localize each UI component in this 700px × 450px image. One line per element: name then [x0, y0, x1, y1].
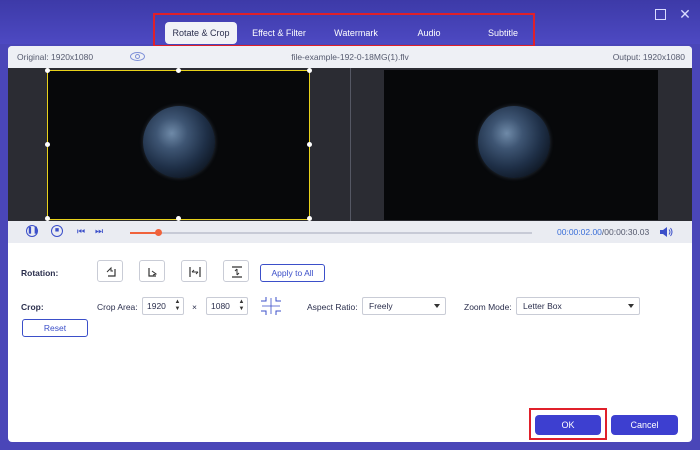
flip-vertical-button[interactable] [223, 260, 249, 282]
crop-height-input[interactable]: 1080 ▲ ▼ [206, 297, 248, 315]
flip-vertical-icon [232, 266, 242, 278]
flip-horizontal-icon [189, 267, 201, 277]
reset-button[interactable]: Reset [22, 319, 88, 337]
crop-width-value: 1920 [147, 301, 166, 311]
preview-area [8, 68, 692, 221]
crop-frame[interactable] [47, 70, 310, 220]
eye-icon[interactable] [130, 52, 145, 61]
progress-knob[interactable] [154, 229, 162, 236]
chevron-down-icon [434, 304, 440, 308]
crop-center-icon[interactable] [259, 295, 283, 317]
crop-label: Crop: [21, 302, 44, 312]
original-resolution: Original: 1920x1080 [17, 52, 94, 62]
previous-frame-icon[interactable]: ⏮ [75, 225, 87, 237]
apply-to-all-button[interactable]: Apply to All [260, 264, 325, 282]
crop-handle[interactable] [45, 68, 50, 73]
output-video [384, 70, 658, 220]
pause-icon[interactable]: ❚❚ [26, 225, 39, 237]
flip-horizontal-button[interactable] [181, 260, 207, 282]
file-name: file-example-192-0-18MG(1).flv [291, 52, 409, 62]
progress-fill [130, 232, 159, 234]
rotate-right-button[interactable] [139, 260, 165, 282]
crop-handle[interactable] [307, 68, 312, 73]
cancel-button[interactable]: Cancel [611, 415, 678, 435]
current-time: 00:00:02.00 [557, 227, 602, 237]
height-stepper[interactable]: ▲ ▼ [238, 299, 245, 313]
close-icon[interactable]: ✕ [679, 7, 691, 21]
time-display: 00:00:02.00/00:00:30.03 [557, 221, 649, 243]
rotate-right-icon [148, 268, 158, 277]
volume-icon[interactable] [659, 226, 673, 238]
crop-handle[interactable] [45, 142, 50, 147]
tabs-highlight-box [153, 13, 535, 47]
chevron-down-icon [628, 304, 634, 308]
rotation-label: Rotation: [21, 268, 59, 278]
aspect-ratio-value: Freely [369, 301, 393, 311]
crop-handle[interactable] [307, 142, 312, 147]
ok-highlight-box [529, 408, 607, 440]
crop-handle[interactable] [176, 68, 181, 73]
width-stepper[interactable]: ▲ ▼ [174, 299, 181, 313]
zoom-mode-label: Zoom Mode: [464, 302, 512, 312]
rotate-left-button[interactable] [97, 260, 123, 282]
maximize-icon[interactable] [655, 9, 666, 20]
crop-area-label: Crop Area: [97, 302, 138, 312]
output-resolution: Output: 1920x1080 [612, 52, 685, 62]
crop-width-input[interactable]: 1920 ▲ ▼ [142, 297, 184, 315]
info-bar: file-example-192-0-18MG(1).flv Original:… [8, 46, 692, 68]
rotate-left-icon [106, 266, 116, 277]
earth-image [478, 106, 550, 178]
aspect-ratio-label: Aspect Ratio: [307, 302, 358, 312]
preview-divider [350, 68, 351, 221]
crop-height-value: 1080 [211, 301, 230, 311]
aspect-ratio-select[interactable]: Freely [362, 297, 446, 315]
progress-track[interactable] [130, 229, 532, 236]
times-symbol: × [192, 302, 197, 312]
zoom-mode-select[interactable]: Letter Box [516, 297, 640, 315]
next-frame-icon[interactable]: ⏭ [93, 225, 105, 237]
zoom-mode-value: Letter Box [523, 301, 562, 311]
stop-icon[interactable]: ■ [51, 225, 63, 237]
playback-controls: ❚❚ ■ ⏮ ⏭ 00:00:02.00/00:00:30.03 [8, 221, 692, 243]
editor-panel: file-example-192-0-18MG(1).flv Original:… [8, 46, 692, 442]
total-time: 00:00:30.03 [604, 227, 650, 237]
